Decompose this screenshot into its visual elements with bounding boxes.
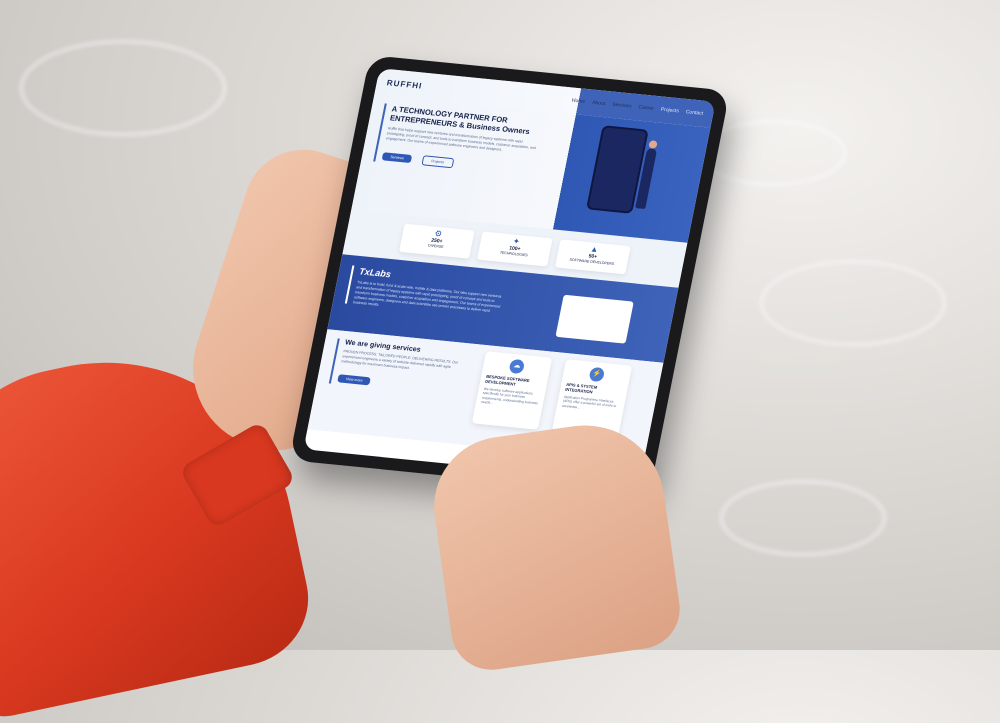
tablet-screen: RUFFHI Home About Services Career Projec… — [303, 68, 716, 483]
stat-card: ✦ 100+ TECHNOLOGIES — [477, 231, 553, 266]
stat-card: ⚙ 250+ DIVERSE — [399, 223, 475, 259]
service-card-text: Application Programme Interfaces (APIs) … — [561, 394, 617, 410]
tablet: RUFFHI Home About Services Career Projec… — [289, 55, 730, 496]
projects-button[interactable]: Projects — [421, 154, 454, 168]
service-card-text: We develop software applications specifi… — [480, 386, 539, 406]
nav-link-services[interactable]: Services — [612, 102, 632, 110]
view-more-button[interactable]: View more — [337, 373, 372, 386]
nav-link-career[interactable]: Career — [638, 104, 654, 112]
hero-content: A TECHNOLOGY PARTNER FOR ENTREPRENEURS &… — [373, 103, 543, 177]
txlabs-content: TxLabs TxLabs is to build, fund & scale … — [344, 265, 511, 320]
nav-link-about[interactable]: About — [592, 100, 606, 107]
api-icon: ⚡ — [588, 366, 606, 383]
cloud-icon: ☁ — [508, 358, 526, 375]
water-reflection — [760, 260, 946, 346]
team-illustration — [555, 294, 634, 344]
nav-link-contact[interactable]: Contact — [685, 109, 703, 117]
site-logo[interactable]: RUFFHI — [386, 78, 423, 91]
stat-card: ▲ 50+ SOFTWARE DEVELOPERS — [555, 238, 631, 274]
water-reflection — [20, 40, 226, 136]
nav-link-projects[interactable]: Projects — [660, 107, 679, 115]
service-card[interactable]: ☁ BESPOKE SOFTWARE DEVELOPMENT We develo… — [471, 351, 553, 430]
services-button[interactable]: Services — [381, 151, 413, 163]
right-hand — [425, 415, 685, 675]
services-content: We are giving services PROVEN PROCESS. T… — [328, 338, 466, 396]
water-reflection — [720, 480, 886, 556]
nav-link-home[interactable]: Home — [571, 98, 586, 105]
nav-links: Home About Services Career Projects Cont… — [571, 98, 703, 117]
